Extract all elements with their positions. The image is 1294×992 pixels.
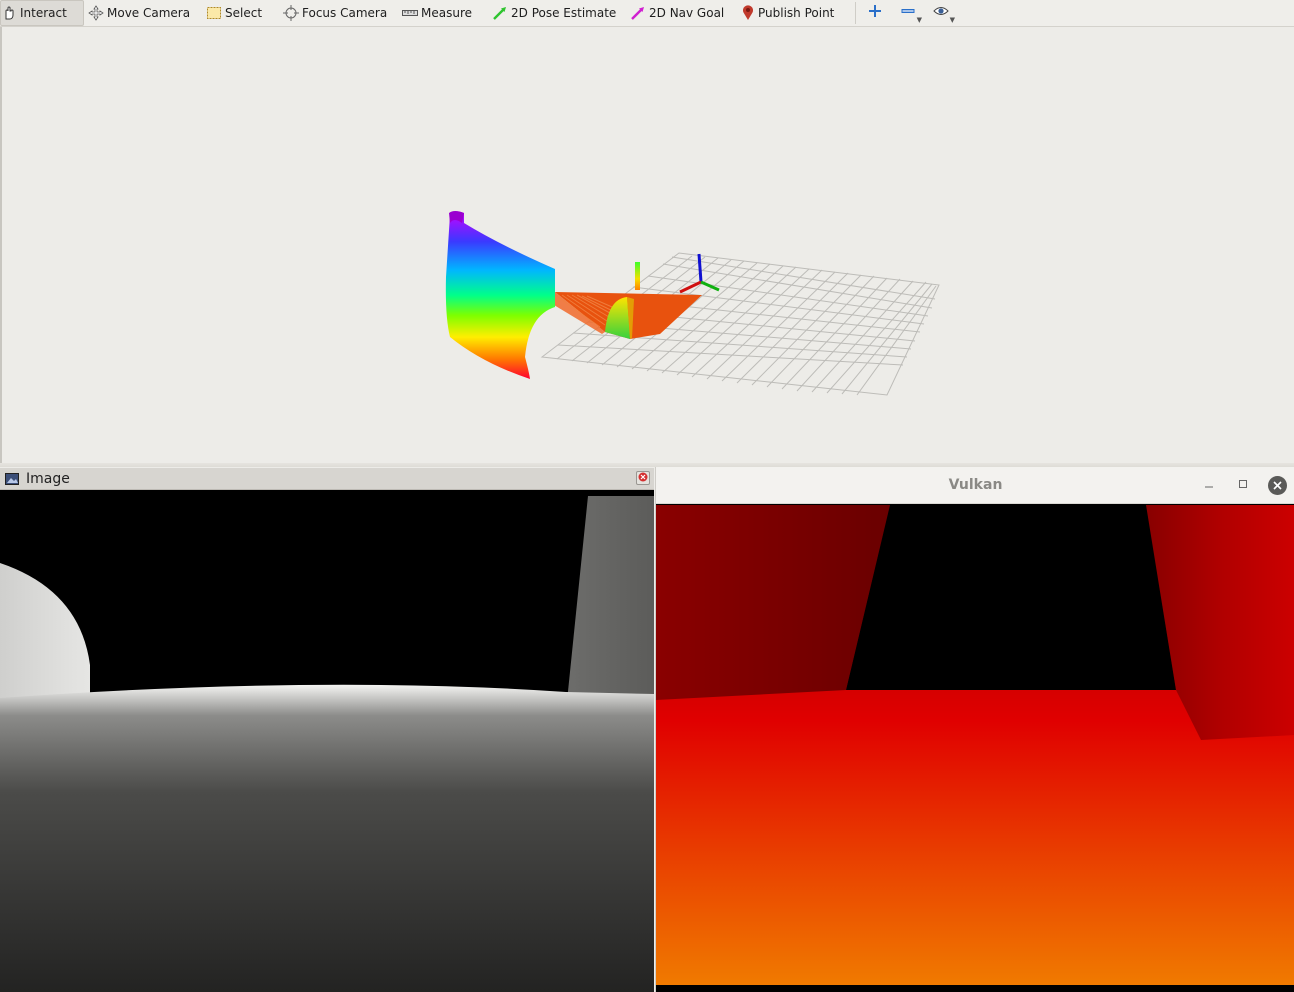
- move-camera-icon: [88, 5, 104, 21]
- publish-point-tool-label: Publish Point: [758, 6, 835, 20]
- window-close-button[interactable]: [1268, 476, 1287, 495]
- select-tool-button[interactable]: Select: [206, 0, 262, 26]
- focus-camera-tool-button[interactable]: Focus Camera: [283, 0, 387, 26]
- interact-tool-label: Interact: [20, 6, 67, 20]
- depth-image-view: [0, 490, 654, 992]
- vulkan-render-view: [656, 505, 1294, 985]
- interact-tool-button[interactable]: Interact: [0, 0, 84, 26]
- 2d-nav-goal-tool-button[interactable]: 2D Nav Goal: [630, 0, 724, 26]
- map-pin-icon: [741, 5, 755, 21]
- green-arrow-icon: [492, 5, 508, 21]
- ruler-icon: [402, 5, 418, 21]
- hand-pointer-icon: [1, 5, 17, 21]
- measure-tool-label: Measure: [421, 6, 472, 20]
- 2d-nav-goal-tool-label: 2D Nav Goal: [649, 6, 725, 20]
- select-box-icon: [206, 5, 222, 21]
- depth-image: [0, 490, 654, 992]
- crosshair-icon: [283, 5, 299, 21]
- move-camera-tool-button[interactable]: Move Camera: [88, 0, 190, 26]
- 2d-pose-estimate-tool-button[interactable]: 2D Pose Estimate: [492, 0, 616, 26]
- add-tool-button[interactable]: [864, 2, 886, 22]
- close-icon: [638, 471, 648, 485]
- image-panel: Image: [0, 468, 654, 992]
- maximize-button[interactable]: [1234, 476, 1252, 494]
- 2d-pose-estimate-tool-label: 2D Pose Estimate: [511, 6, 617, 20]
- image-icon: [5, 472, 19, 485]
- measure-tool-button[interactable]: Measure: [402, 0, 472, 26]
- vulkan-window: Vulkan: [655, 467, 1294, 992]
- chevron-down-icon: ▼: [916, 16, 922, 24]
- toolbar-separator: [855, 2, 856, 24]
- rviz-toolbar: Interact Move Camera Select Focus Camera…: [0, 0, 1294, 27]
- image-panel-close-button[interactable]: [636, 471, 650, 485]
- pole-marker: [635, 262, 640, 290]
- plus-icon: [868, 4, 882, 21]
- publish-point-tool-button[interactable]: Publish Point: [741, 0, 834, 26]
- select-tool-label: Select: [225, 6, 263, 20]
- remove-tool-button[interactable]: ▼: [897, 2, 922, 24]
- eye-icon: [933, 5, 949, 20]
- close-icon: [1273, 479, 1282, 493]
- image-panel-titlebar[interactable]: Image: [0, 468, 654, 490]
- minimize-button[interactable]: [1200, 476, 1218, 494]
- magenta-arrow-icon: [630, 5, 646, 21]
- image-panel-title: Image: [26, 470, 70, 487]
- 3d-render-panel[interactable]: [0, 27, 1294, 465]
- 3d-scene: [445, 211, 940, 396]
- minus-icon: [901, 4, 915, 21]
- tool-visibility-button[interactable]: ▼: [930, 2, 955, 24]
- focus-camera-tool-label: Focus Camera: [302, 6, 388, 20]
- move-camera-tool-label: Move Camera: [107, 6, 191, 20]
- vulkan-depth-render: [656, 505, 1294, 985]
- vulkan-titlebar[interactable]: Vulkan: [656, 467, 1294, 504]
- chevron-down-icon: ▼: [949, 16, 955, 24]
- vulkan-window-title: Vulkan: [948, 477, 1003, 493]
- maximize-icon: [1238, 478, 1248, 492]
- minimize-icon: [1204, 478, 1214, 492]
- pointcloud-wall: [445, 211, 555, 379]
